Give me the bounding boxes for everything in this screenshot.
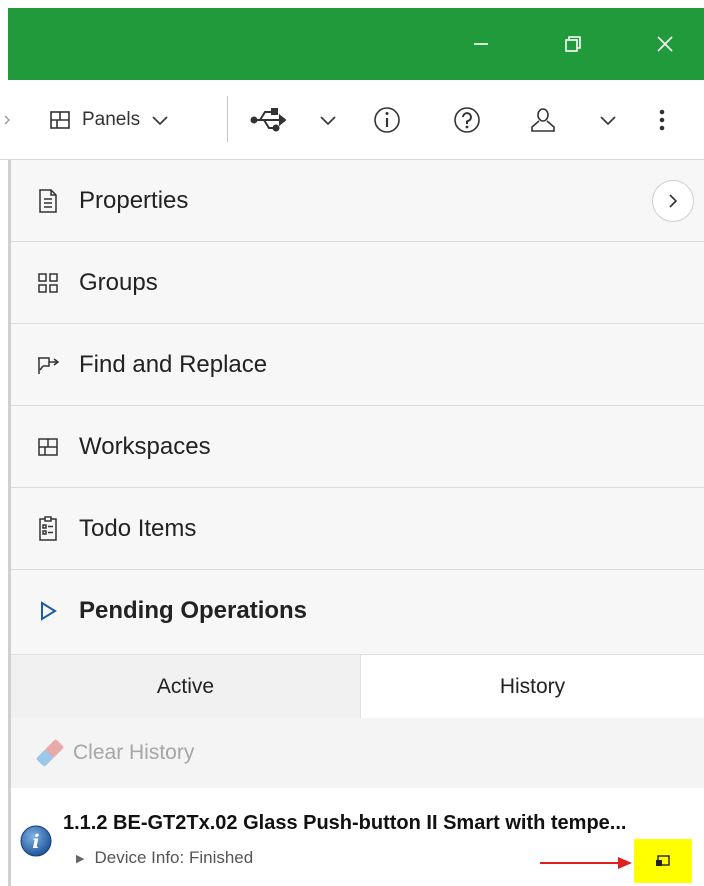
find-replace-icon [33,350,63,380]
todo-icon [33,514,63,544]
operation-detail: Device Info: Finished [94,848,254,867]
eraser-icon [36,739,64,767]
usb-icon [250,108,286,132]
expand-panel-button[interactable] [652,180,694,222]
open-window-icon [656,855,670,866]
chevron-down-icon [600,116,616,126]
more-vertical-icon [659,109,665,131]
tab-active[interactable]: Active [11,654,360,718]
side-panel: Properties Groups Find and Replace Works… [11,160,704,886]
section-label: Groups [79,268,158,296]
section-label: Find and Replace [79,350,268,378]
operation-title: 1.1.2 BE-GT2Tx.02 Glass Push-button II S… [63,812,627,834]
document-icon [33,186,63,216]
section-find-and-replace[interactable]: Find and Replace [11,324,704,406]
open-details-button[interactable] [634,839,692,883]
usb-button[interactable] [250,80,286,160]
section-label: Todo Items [79,514,197,542]
close-icon [657,36,673,52]
expand-triangle-icon: ▶ [76,852,85,865]
section-label: Pending Operations [79,597,308,624]
workspaces-icon [33,432,63,462]
section-label: Properties [79,186,189,214]
panels-grid-icon [50,111,70,129]
section-properties[interactable]: Properties [11,160,704,242]
tab-history[interactable]: History [360,654,704,718]
toolbar-divider [227,96,228,142]
section-workspaces[interactable]: Workspaces [11,406,704,488]
info-icon [374,107,400,133]
restore-icon [565,36,581,52]
user-dropdown-button[interactable] [598,80,618,160]
window-top-edge [0,0,704,8]
section-groups[interactable]: Groups [11,242,704,324]
restore-button[interactable] [528,8,618,80]
chevron-right-icon [669,194,678,208]
title-bar [0,0,704,80]
svg-text:i: i [32,831,39,853]
chevron-down-icon [320,116,336,126]
list-item[interactable]: i 1.1.2 BE-GT2Tx.02 Glass Push-button II… [11,788,704,886]
toolbar: Panels [0,80,704,160]
operation-detail-toggle[interactable]: ▶ Device Info: Finished [76,848,253,868]
window-left-edge [0,0,8,80]
info-icon: i [20,825,52,857]
help-button[interactable] [452,80,482,160]
clear-history-label: Clear History [73,741,195,764]
history-list: Clear History i 1.1.2 BE-GT2Tx.02 Glass … [11,718,704,886]
close-button[interactable] [620,8,704,80]
panels-label: Panels [82,109,141,130]
user-icon [531,108,555,132]
user-button[interactable] [528,80,558,160]
chevron-down-icon [152,116,168,126]
help-icon [454,107,480,133]
section-pending-operations[interactable]: Pending Operations [11,570,704,652]
groups-icon [33,268,63,298]
red-arrow-annotation [540,857,632,869]
play-icon [33,596,63,626]
section-label: Workspaces [79,432,211,460]
minimize-button[interactable] [436,8,526,80]
minimize-icon [474,43,488,45]
more-options-button[interactable] [656,80,668,160]
overflow-fragment [4,80,10,160]
panels-menu-button[interactable]: Panels [48,80,170,160]
pending-tabs: Active History [11,654,704,718]
usb-dropdown-button[interactable] [318,80,338,160]
clear-history-button[interactable]: Clear History [11,718,704,788]
info-button[interactable] [372,80,402,160]
section-todo-items[interactable]: Todo Items [11,488,704,570]
